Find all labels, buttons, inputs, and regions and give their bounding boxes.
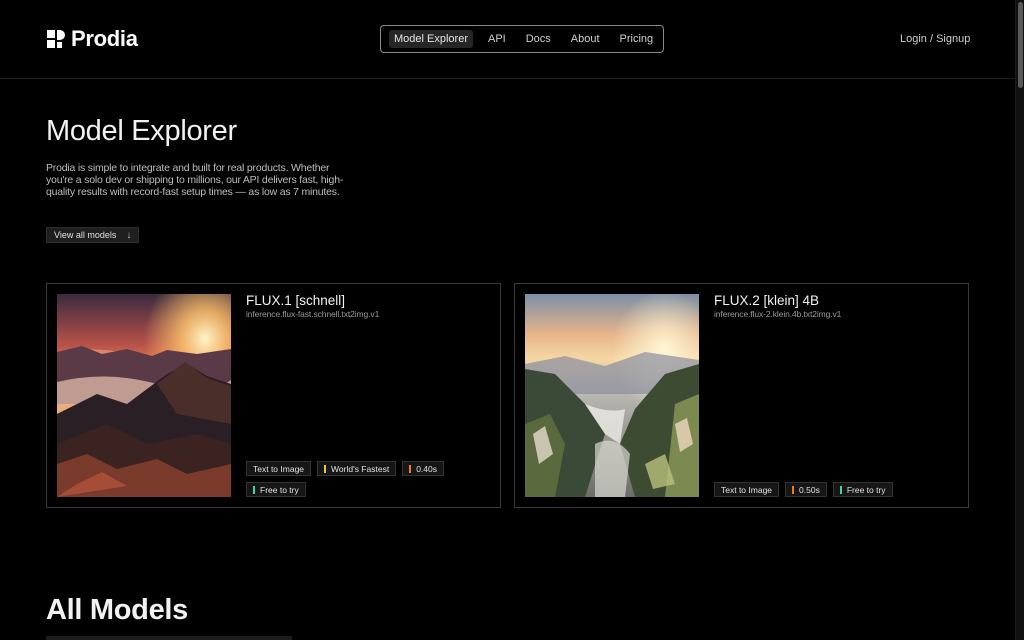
tag-color-bar xyxy=(792,485,795,494)
tag-free-to-try: Free to try xyxy=(246,482,306,497)
model-card-flux1-schnell[interactable]: FLUX.1 [schnell] inference.flux-fast.sch… xyxy=(46,283,501,508)
nav-item-about[interactable]: About xyxy=(566,30,605,48)
tag-text-to-image: Text to Image xyxy=(246,461,312,476)
tag-label: Free to try xyxy=(846,484,886,495)
tag-label: Text to Image xyxy=(253,463,305,474)
tag-color-bar xyxy=(839,485,842,494)
tag-label: 0.50s xyxy=(799,484,820,495)
intro-text: Prodia is simple to integrate and built … xyxy=(46,162,344,198)
nav-item-model-explorer[interactable]: Model Explorer xyxy=(389,30,473,48)
model-card-flux2-klein-4b[interactable]: FLUX.2 [klein] 4B inference.flux-2.klein… xyxy=(514,283,969,508)
arrow-down-icon: ↓ xyxy=(126,229,132,241)
tag-free-to-try: Free to try xyxy=(832,482,893,497)
model-name: FLUX.1 [schnell] xyxy=(246,293,346,308)
tag-worlds-fastest: World's Fastest xyxy=(317,461,397,476)
tag-color-bar xyxy=(253,485,255,494)
all-models-search-bar[interactable] xyxy=(46,636,292,640)
login-signup-link[interactable]: Login / Signup xyxy=(900,33,970,45)
prodia-logo-icon xyxy=(47,30,65,48)
tag-label: Text to Image xyxy=(721,484,773,495)
page-title: Model Explorer xyxy=(46,115,237,147)
tag-label: Free to try xyxy=(260,484,299,495)
model-thumbnail-image xyxy=(525,294,699,497)
brand-name: Prodia xyxy=(71,26,138,51)
nav-item-api[interactable]: API xyxy=(483,30,511,48)
tag-latency: 0.40s xyxy=(402,461,444,476)
main-nav: Model Explorer API Docs About Pricing xyxy=(380,25,664,53)
top-header: Prodia Model Explorer API Docs About Pri… xyxy=(0,0,1015,79)
model-name: FLUX.2 [klein] 4B xyxy=(714,293,820,308)
model-id: inference.flux-2.klein.4b.txt2img.v1 xyxy=(714,309,842,319)
page-scrollbar[interactable] xyxy=(1015,0,1024,640)
model-thumbnail-image xyxy=(57,294,231,497)
nav-item-docs[interactable]: Docs xyxy=(521,30,556,48)
all-models-heading: All Models xyxy=(46,594,189,626)
tag-label: 0.40s xyxy=(416,463,437,474)
tag-text-to-image: Text to Image xyxy=(714,482,780,497)
view-all-models-label: View all models xyxy=(54,230,117,240)
prodia-logo[interactable]: Prodia xyxy=(47,26,138,52)
model-tags: Text to Image World's Fastest 0.40s Free… xyxy=(246,461,486,497)
tag-color-bar xyxy=(409,464,412,473)
tag-color-bar xyxy=(324,464,327,473)
tag-latency: 0.50s xyxy=(785,482,827,497)
tag-label: World's Fastest xyxy=(331,463,390,474)
view-all-models-button[interactable]: View all models ↓ xyxy=(46,227,140,243)
model-id: inference.flux-fast.schnell.txt2img.v1 xyxy=(246,309,380,319)
model-tags: Text to Image 0.50s Free to try xyxy=(714,482,954,497)
scrollbar-thumb[interactable] xyxy=(1018,2,1023,88)
nav-item-pricing[interactable]: Pricing xyxy=(615,30,659,48)
